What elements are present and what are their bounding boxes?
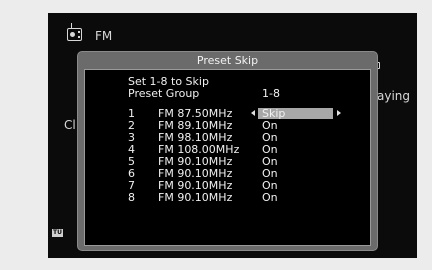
tv-screen: FM Cl aying TU Preset Skip Set 1-8 to Sk… — [48, 13, 417, 258]
preset-skip-value[interactable]: On — [262, 156, 278, 167]
preset-frequency: FM 90.10MHz — [158, 155, 233, 168]
preset-frequency: FM 98.10MHz — [158, 131, 233, 144]
preset-row-8[interactable]: 8 FM 90.10MHz On — [85, 192, 370, 203]
dialog-panel: Set 1-8 to Skip Preset Group 1-8 1 FM 87… — [84, 69, 371, 246]
preset-skip-value[interactable]: On — [262, 168, 278, 179]
preset-frequency: FM 90.10MHz — [158, 167, 233, 180]
preset-skip-value[interactable]: On — [262, 180, 278, 191]
preset-skip-value[interactable]: On — [262, 120, 278, 131]
preset-number: 2 — [128, 119, 135, 132]
source-label: FM — [95, 29, 113, 43]
dialog-title: Preset Skip — [196, 54, 259, 67]
preset-number: 3 — [128, 131, 135, 144]
preset-row-4[interactable]: 4 FM 108.00MHz On — [85, 144, 370, 155]
preset-number: 8 — [128, 191, 135, 204]
preset-frequency: FM 89.10MHz — [158, 119, 233, 132]
preset-frequency: FM 90.10MHz — [158, 179, 233, 192]
preset-row-3[interactable]: 3 FM 98.10MHz On — [85, 132, 370, 143]
preset-skip-value[interactable]: On — [262, 144, 278, 155]
preset-skip-value[interactable]: Skip — [262, 108, 285, 119]
preset-frequency: FM 108.00MHz — [158, 143, 240, 156]
preset-number: 6 — [128, 167, 135, 180]
preset-row-6[interactable]: 6 FM 90.10MHz On — [85, 168, 370, 179]
preset-group-label: Preset Group — [128, 87, 200, 100]
instruction-text: Set 1-8 to Skip — [128, 75, 209, 88]
preset-skip-value[interactable]: On — [262, 132, 278, 143]
preset-number: 4 — [128, 143, 135, 156]
preset-number: 7 — [128, 179, 135, 192]
arrow-left-icon[interactable] — [251, 110, 255, 116]
background-partial-text-left: Cl — [64, 118, 76, 132]
preset-row-1[interactable]: 1 FM 87.50MHz Skip — [85, 108, 370, 119]
preset-number: 1 — [128, 107, 135, 120]
preset-row-5[interactable]: 5 FM 90.10MHz On — [85, 156, 370, 167]
preset-number: 5 — [128, 155, 135, 168]
preset-frequency: FM 87.50MHz — [158, 107, 233, 120]
preset-group-value[interactable]: 1-8 — [262, 88, 280, 99]
preset-row-7[interactable]: 7 FM 90.10MHz On — [85, 180, 370, 191]
background-partial-text-right: aying — [377, 89, 411, 103]
preset-skip-dialog: Preset Skip Set 1-8 to Skip Preset Group… — [77, 51, 378, 251]
arrow-right-icon[interactable] — [337, 110, 341, 116]
tuner-badge: TU — [52, 229, 63, 237]
preset-frequency: FM 90.10MHz — [158, 191, 233, 204]
preset-skip-value[interactable]: On — [262, 192, 278, 203]
radio-tuner-icon — [67, 23, 82, 41]
preset-row-2[interactable]: 2 FM 89.10MHz On — [85, 120, 370, 131]
